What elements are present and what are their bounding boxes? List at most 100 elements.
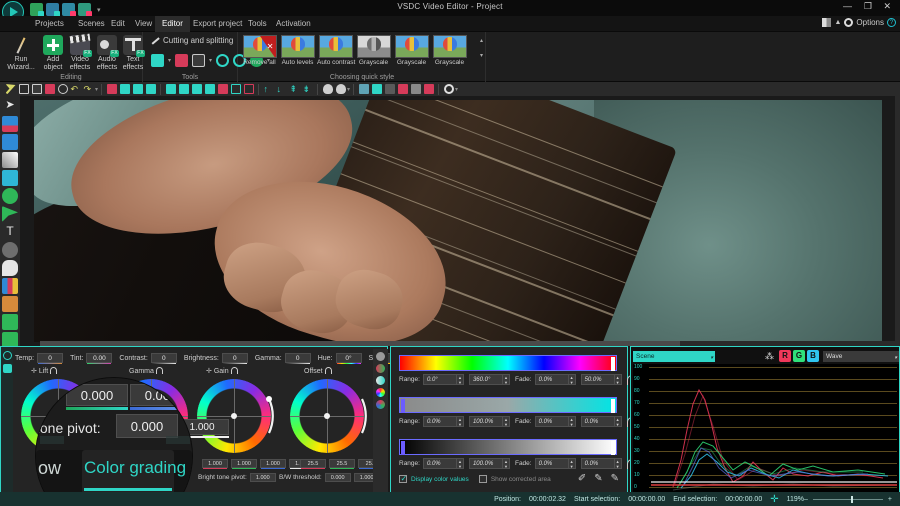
settings-dropdown-icon[interactable]: ▾ [455, 86, 458, 93]
lum-range-high-handle[interactable] [611, 441, 615, 455]
align-middle-icon[interactable] [178, 84, 189, 94]
param-tint[interactable]: Tint: 0.00 [70, 353, 113, 364]
hue-range-handle[interactable] [611, 357, 615, 371]
reset-all-icon[interactable] [2, 351, 12, 360]
sat-range-high-handle[interactable] [611, 399, 615, 413]
cut-icon[interactable] [5, 84, 16, 94]
reset-lift-icon[interactable] [50, 367, 58, 374]
display-color-values-label[interactable]: Display color values [411, 476, 469, 483]
gain-b-value[interactable]: 1.000 [260, 459, 286, 469]
scene-tool-icon[interactable] [2, 314, 18, 330]
rectangle-tool-icon[interactable] [2, 170, 18, 186]
param-contrast[interactable]: Contrast: 0 [119, 353, 177, 364]
magnified-tab-color-grading[interactable]: Color grading [84, 458, 186, 478]
chevron-up-icon[interactable]: ▲ [834, 19, 841, 26]
video-object-icon[interactable] [2, 116, 18, 132]
sat-range-from[interactable]: 0.0% [422, 416, 457, 427]
maximize-button[interactable]: ❐ [864, 1, 872, 12]
lum-fade-to[interactable]: 0.0% [580, 458, 615, 469]
scope-plot[interactable]: 100 90 80 70 60 50 40 30 20 10 0 [633, 364, 899, 492]
export-icon[interactable] [78, 3, 92, 17]
param-hue-value[interactable]: 0° [335, 353, 362, 364]
fit-to-screen-icon[interactable]: ✛ [770, 494, 778, 505]
delete-icon[interactable] [44, 84, 55, 94]
callout-tool-icon[interactable] [2, 260, 18, 276]
lum-range-from[interactable]: 0.0% [422, 458, 457, 469]
hue-fade-from-spinner[interactable]: ▲ ▼ [568, 374, 576, 385]
hue-range-from-spinner[interactable]: ▲ ▼ [456, 374, 464, 385]
hue-range-to-spinner[interactable]: ▲ ▼ [502, 374, 510, 385]
menu-item-activation[interactable]: Activation [269, 16, 318, 32]
paste-icon[interactable] [31, 84, 42, 94]
sat-range-low-handle[interactable] [401, 399, 405, 413]
luminance-gradient-bar[interactable] [399, 439, 617, 455]
eyedropper-icon[interactable]: ✐ [578, 473, 586, 484]
align-right-icon[interactable] [145, 84, 156, 94]
sat-fade-from[interactable]: 0.0% [534, 416, 569, 427]
sat-range-from-spinner[interactable]: ▲ ▼ [456, 416, 464, 427]
param-brightness-value[interactable]: 0 [221, 353, 248, 364]
group-dropdown-icon[interactable]: ▾ [347, 86, 350, 93]
grid-icon[interactable] [384, 84, 395, 94]
undo-icon[interactable]: ↶ [71, 84, 81, 94]
scope-channel-g[interactable]: G [793, 350, 805, 362]
options-label[interactable]: Options [856, 18, 884, 27]
lum-fade-from[interactable]: 0.0% [534, 458, 569, 469]
image-object-icon[interactable] [2, 134, 18, 150]
hue-fade-to[interactable]: 50.0% [580, 374, 615, 385]
align-bottom-icon[interactable] [191, 84, 202, 94]
split-icon[interactable] [151, 54, 164, 67]
minimize-button[interactable]: — [843, 1, 852, 11]
hue-fade-from[interactable]: 0.0% [534, 374, 569, 385]
fit-height-icon[interactable] [243, 84, 254, 94]
magnified-value-left[interactable]: 0.000 [66, 384, 128, 406]
param-gamma[interactable]: Gamma: 0 [255, 353, 311, 364]
mask-icon[interactable] [371, 84, 382, 94]
ruler-icon[interactable] [410, 84, 421, 94]
cutting-and-splitting-button[interactable]: Cutting and splitting [151, 36, 233, 45]
lum-range-from-spinner[interactable]: ▲ ▼ [456, 458, 464, 469]
cut-region-icon[interactable] [175, 54, 189, 67]
sat-fade-to[interactable]: 0.0% [580, 416, 615, 427]
lum-range-to-spinner[interactable]: ▲ ▼ [502, 458, 510, 469]
scope-source-select[interactable]: Scene ▾ [633, 350, 715, 362]
sat-fade-to-spinner[interactable]: ▲ ▼ [614, 416, 622, 427]
scope-channel-r[interactable]: R [779, 350, 791, 362]
guides-icon[interactable] [423, 84, 434, 94]
bring-front-icon[interactable]: ⇞ [290, 84, 300, 94]
wheels-mode-icon[interactable] [376, 400, 385, 409]
crop-icon[interactable] [192, 54, 206, 67]
param-temp[interactable]: Temp: 0 [15, 353, 64, 364]
quick-style-remove-all[interactable]: ✕ Remove all [241, 35, 278, 66]
zoom-out-button[interactable]: – [804, 496, 808, 503]
display-color-values-checkbox[interactable] [399, 474, 407, 483]
sat-fade-from-spinner[interactable]: ▲ ▼ [568, 416, 576, 427]
param-tint-value[interactable]: 0.00 [86, 353, 113, 364]
offset-luma-arc[interactable] [284, 373, 370, 459]
show-corrected-area-checkbox[interactable] [478, 475, 487, 483]
preview-vscrollbar[interactable] [895, 96, 900, 344]
snap-icon[interactable] [397, 84, 408, 94]
magnified-pivot-value[interactable]: 0.000 [116, 414, 178, 438]
polygon-tool-icon[interactable] [2, 206, 18, 222]
gain-r-value[interactable]: 1.000 [202, 459, 228, 469]
sat-range-to-spinner[interactable]: ▲ ▼ [502, 416, 510, 427]
menu-item-editor[interactable]: Editor [155, 16, 190, 32]
crop-dropdown-icon[interactable]: ▾ [209, 57, 212, 64]
param-hue[interactable]: Hue: 0° [318, 353, 362, 364]
gain-g-value[interactable]: 1.000 [231, 459, 257, 469]
quick-style-grayscale-1[interactable]: Grayscale [355, 35, 392, 66]
redo-icon[interactable]: ↷ [84, 84, 94, 94]
help-icon[interactable]: ? [887, 18, 896, 27]
quick-style-auto-levels[interactable]: Auto levels [279, 35, 316, 66]
rotate-left-icon[interactable] [216, 54, 230, 67]
line-tool-icon[interactable] [2, 152, 18, 168]
hue-gradient-bar[interactable] [399, 355, 617, 371]
scope-mode-select[interactable]: Wave ▾ [823, 350, 899, 362]
send-backward-icon[interactable]: ↓ [277, 84, 287, 94]
quick-style-scroll-up-icon[interactable]: ▴ [480, 37, 483, 44]
show-corrected-area-label[interactable]: Show corrected area [491, 476, 551, 483]
bright-tone-pivot-value[interactable]: 1.000 [249, 473, 276, 482]
lum-range-low-handle[interactable] [401, 441, 405, 455]
offset-r-value[interactable]: 25.5 [300, 459, 326, 469]
